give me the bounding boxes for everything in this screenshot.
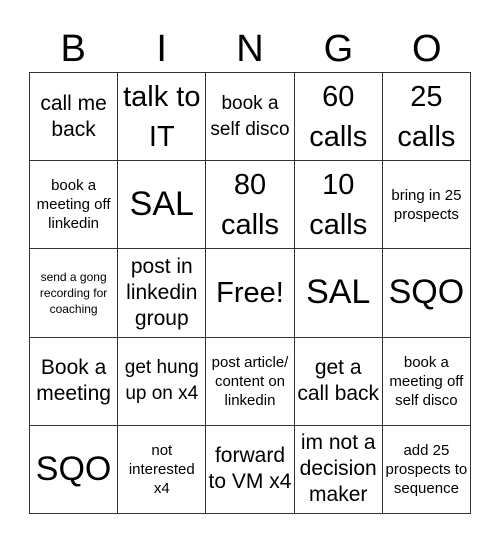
cell-text: post in linkedin group [126, 254, 198, 330]
bingo-cell[interactable]: 25 calls [382, 73, 471, 162]
bingo-cell[interactable]: SAL [294, 249, 383, 338]
cell-text: Book a meeting [36, 356, 111, 406]
cell-text: 80 calls [220, 168, 279, 241]
bingo-header: B I N G O [29, 20, 471, 72]
bingo-cell[interactable]: post article/ content on linkedin [206, 337, 295, 426]
cell-text: not interested x4 [128, 441, 195, 497]
cell-text: im not a decision maker [299, 431, 377, 507]
cell-text: book a meeting off linkedin [36, 177, 111, 233]
bingo-cell[interactable]: bring in 25 prospects [382, 161, 471, 250]
bingo-cell[interactable]: not interested x4 [118, 425, 207, 514]
bingo-cell[interactable]: book a meeting off self disco [382, 337, 471, 426]
cell-text: talk to IT [123, 80, 201, 153]
cell-text: book a self disco [210, 92, 290, 140]
bingo-cell[interactable]: Book a meeting [30, 337, 119, 426]
cell-text: SQO [35, 449, 112, 488]
bingo-cell[interactable]: get hung up on x4 [118, 337, 207, 426]
bingo-cell[interactable]: call me back [30, 73, 119, 162]
cell-text: 25 calls [397, 80, 456, 153]
cell-text: SAL [306, 273, 371, 312]
bingo-cell[interactable]: book a meeting off linkedin [30, 161, 119, 250]
bingo-cell[interactable]: book a self disco [206, 73, 295, 162]
bingo-cell[interactable]: SQO [382, 249, 471, 338]
cell-text: send a gong recording for coaching [39, 269, 108, 316]
cell-text: get a call back [297, 356, 380, 406]
cell-text: book a meeting off self disco [389, 353, 464, 409]
header-letter-g: G [323, 28, 354, 70]
bingo-cell[interactable]: im not a decision maker [294, 425, 383, 514]
cell-text: bring in 25 prospects [391, 186, 462, 223]
header-letter-o: O [412, 28, 442, 70]
cell-text: post article/ content on linkedin [211, 353, 289, 409]
cell-text: SAL [129, 185, 194, 224]
header-letter-n: N [236, 28, 264, 70]
bingo-cell[interactable]: SAL [118, 161, 207, 250]
header-letter-b: B [60, 28, 86, 70]
free-space-cell[interactable]: Free! [206, 249, 295, 338]
bingo-cell[interactable]: forward to VM x4 [206, 425, 295, 514]
bingo-cell[interactable]: post in linkedin group [118, 249, 207, 338]
bingo-cell[interactable]: add 25 prospects to sequence [382, 425, 471, 514]
cell-text: SQO [388, 273, 465, 312]
cell-text: get hung up on x4 [124, 357, 199, 405]
header-letter-i: I [156, 28, 167, 70]
bingo-cell[interactable]: get a call back [294, 337, 383, 426]
cell-text: add 25 prospects to sequence [385, 441, 468, 497]
bingo-grid: call me back talk to IT book a self disc… [29, 72, 471, 514]
cell-text: forward to VM x4 [208, 444, 292, 494]
bingo-cell[interactable]: talk to IT [118, 73, 207, 162]
cell-text: 60 calls [309, 80, 368, 153]
bingo-cell[interactable]: 80 calls [206, 161, 295, 250]
bingo-cell[interactable]: 10 calls [294, 161, 383, 250]
cell-text: call me back [40, 91, 107, 141]
bingo-cell[interactable]: 60 calls [294, 73, 383, 162]
bingo-cell[interactable]: SQO [30, 425, 119, 514]
cell-text: 10 calls [309, 168, 368, 241]
cell-text: Free! [216, 276, 284, 309]
bingo-cell[interactable]: send a gong recording for coaching [30, 249, 119, 338]
